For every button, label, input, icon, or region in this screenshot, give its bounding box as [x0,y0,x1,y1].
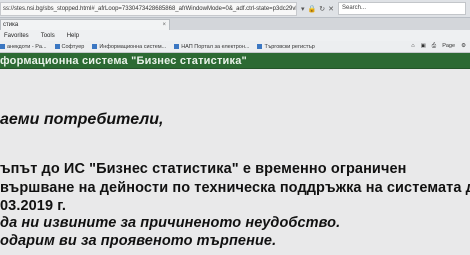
favorite-link[interactable]: анекдоти - Pa... [0,44,47,50]
url-field[interactable]: ss://stes.nsi.bg/sbs_stopped.html#_afrLo… [0,1,298,16]
page-menu[interactable]: Page [442,43,455,50]
menu-help[interactable]: Help [67,33,79,39]
search-input[interactable]: Search... [338,2,466,15]
favorite-link[interactable]: Софтуер [54,44,84,50]
apology-line: да ни извините за причиненото неудобство… [0,215,341,231]
address-controls: ▾ 🔒 ↻ ✕ [297,5,338,13]
message-line-2: вършване на дейности по техническа поддр… [0,180,470,196]
message-line-1: ъпът до ИС "Бизнес статистика" е временн… [0,161,407,177]
tab-strip: стика × [0,18,470,30]
lock-icon: 🔒 [307,5,317,13]
tab-active[interactable]: стика × [0,19,170,30]
menu-favorites[interactable]: Favorites [4,33,29,39]
stop-icon[interactable]: ✕ [328,5,334,13]
thanks-line: одарим ви за проявеното търпение. [0,233,277,249]
print-icon[interactable]: ⎙ [432,43,436,50]
maintenance-message: аеми потребители, ъпът до ИС "Бизнес ста… [0,69,470,255]
menu-bar: Favorites Tools Help [0,30,470,41]
favorite-icon [92,44,98,49]
favorite-icon [54,44,60,49]
favorite-link[interactable]: НАП Портал за електрон... [174,44,249,50]
home-icon[interactable]: ⌂ [411,43,414,50]
tab-title: стика [3,22,19,28]
favorite-icon [257,44,263,49]
page-title: формационна система "Бизнес статистика" [0,55,247,67]
settings-icon[interactable]: ⚙ [461,43,466,50]
favorite-link[interactable]: Търговски регистър [257,44,315,50]
favorite-icon [0,44,5,49]
command-bar: ⌂ ▣ ⎙ Page ⚙ [411,43,470,50]
message-line-3: 03.2019 г. [0,198,67,214]
site-header: формационна система "Бизнес статистика" [0,53,470,69]
greeting: аеми потребители, [0,111,164,128]
favorites-bar: анекдоти - Pa... Софтуер Информационна с… [0,41,470,53]
favorite-icon [174,44,180,49]
search-dropdown-icon[interactable]: ▾ [301,5,305,13]
close-icon[interactable]: × [162,20,166,30]
favorite-link[interactable]: Информационна систем... [92,44,166,50]
feed-icon[interactable]: ▣ [421,43,426,50]
menu-tools[interactable]: Tools [41,33,55,39]
refresh-icon[interactable]: ↻ [319,5,325,13]
address-bar: ss://stes.nsi.bg/sbs_stopped.html#_afrLo… [0,0,470,18]
